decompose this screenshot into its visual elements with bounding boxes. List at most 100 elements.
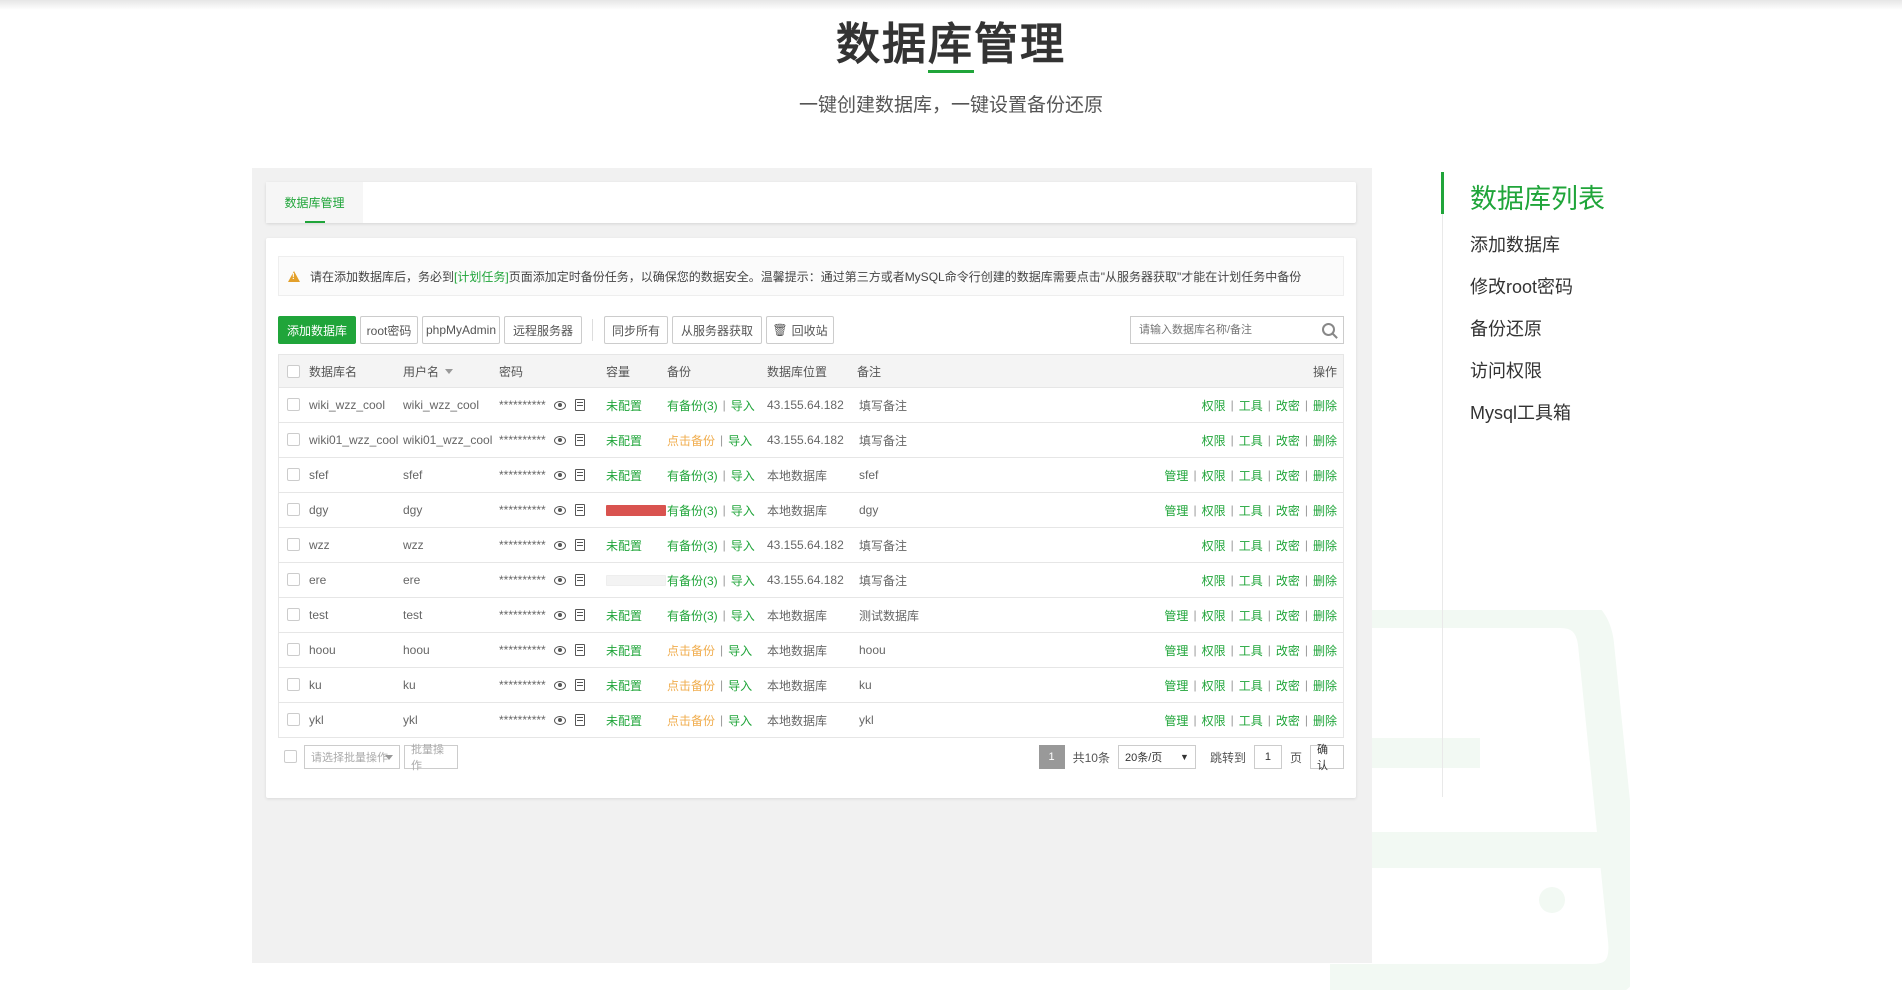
permission-link[interactable]: 权限 [1202,537,1226,554]
change-password-link[interactable]: 改密 [1276,572,1300,589]
db-remark[interactable]: 填写备注 [859,563,907,597]
manage-link[interactable]: 管理 [1164,502,1188,519]
import-link[interactable]: 导入 [728,712,752,729]
tools-link[interactable]: 工具 [1239,712,1263,729]
permission-link[interactable]: 权限 [1202,642,1226,659]
row-checkbox[interactable] [287,643,300,656]
batch-operation-button[interactable]: 批量操作 [404,744,458,772]
delete-link[interactable]: 删除 [1313,642,1337,659]
import-link[interactable]: 导入 [731,572,755,589]
tools-link[interactable]: 工具 [1239,607,1263,624]
backup-link[interactable]: 有备份(3) [667,572,718,589]
backup-link[interactable]: 点击备份 [667,642,715,659]
delete-link[interactable]: 删除 [1313,572,1337,589]
change-password-link[interactable]: 改密 [1276,467,1300,484]
tools-link[interactable]: 工具 [1239,432,1263,449]
eye-icon[interactable] [553,575,566,585]
eye-icon[interactable] [553,470,566,480]
permission-link[interactable]: 权限 [1202,502,1226,519]
row-checkbox[interactable] [287,468,300,481]
row-checkbox[interactable] [287,608,300,621]
permission-link[interactable]: 权限 [1202,432,1226,449]
sync-all-button[interactable]: 同步所有 [604,316,668,344]
per-page-select[interactable]: 20条/页 ▼ [1117,745,1196,769]
change-password-link[interactable]: 改密 [1276,677,1300,694]
sidebar-item-root-password[interactable]: 修改root密码 [1470,273,1573,299]
backup-link[interactable]: 有备份(3) [667,467,718,484]
manage-link[interactable]: 管理 [1164,712,1188,729]
batch-operation-select[interactable]: 请选择批量操作 [304,745,400,769]
change-password-link[interactable]: 改密 [1276,607,1300,624]
db-remark[interactable]: ku [859,668,872,702]
eye-icon[interactable] [553,715,566,725]
eye-icon[interactable] [553,680,566,690]
backup-link[interactable]: 有备份(3) [667,502,718,519]
row-checkbox[interactable] [287,433,300,446]
recycle-bin-button[interactable]: 🗑 回收站 [766,316,834,344]
delete-link[interactable]: 删除 [1313,467,1337,484]
page-number-current[interactable]: 1 [1038,745,1065,769]
search-input[interactable] [1130,316,1344,344]
import-link[interactable]: 导入 [728,642,752,659]
tools-link[interactable]: 工具 [1239,467,1263,484]
backup-link[interactable]: 点击备份 [667,677,715,694]
permission-link[interactable]: 权限 [1202,712,1226,729]
col-user[interactable]: 用户名 [403,355,454,387]
fetch-from-server-button[interactable]: 从服务器获取 [672,316,762,344]
change-password-link[interactable]: 改密 [1276,712,1300,729]
permission-link[interactable]: 权限 [1202,467,1226,484]
db-remark[interactable]: dgy [859,493,878,527]
row-checkbox[interactable] [287,503,300,516]
notice-cron-link[interactable]: [计划任务] [454,268,509,285]
copy-icon[interactable] [574,504,585,516]
import-link[interactable]: 导入 [728,677,752,694]
copy-icon[interactable] [574,609,585,621]
copy-icon[interactable] [574,574,585,586]
tools-link[interactable]: 工具 [1239,502,1263,519]
eye-icon[interactable] [553,505,566,515]
row-checkbox[interactable] [287,538,300,551]
row-checkbox[interactable] [287,713,300,726]
footer-select-checkbox[interactable] [284,750,297,763]
root-password-button[interactable]: root密码 [360,316,418,344]
copy-icon[interactable] [574,399,585,411]
eye-icon[interactable] [553,610,566,620]
permission-link[interactable]: 权限 [1202,572,1226,589]
change-password-link[interactable]: 改密 [1276,502,1300,519]
tools-link[interactable]: 工具 [1239,397,1263,414]
import-link[interactable]: 导入 [731,607,755,624]
manage-link[interactable]: 管理 [1164,677,1188,694]
eye-icon[interactable] [553,540,566,550]
row-checkbox[interactable] [287,678,300,691]
capacity-status[interactable]: 未配置 [606,467,642,484]
tools-link[interactable]: 工具 [1239,677,1263,694]
capacity-status[interactable]: 未配置 [606,607,642,624]
copy-icon[interactable] [574,434,585,446]
permission-link[interactable]: 权限 [1202,607,1226,624]
delete-link[interactable]: 删除 [1313,502,1337,519]
change-password-link[interactable]: 改密 [1276,642,1300,659]
import-link[interactable]: 导入 [728,432,752,449]
backup-link[interactable]: 点击备份 [667,712,715,729]
db-remark[interactable]: 填写备注 [859,423,907,457]
copy-icon[interactable] [574,679,585,691]
eye-icon[interactable] [553,435,566,445]
capacity-status[interactable]: 未配置 [606,537,642,554]
db-remark[interactable]: hoou [859,633,886,667]
row-checkbox[interactable] [287,398,300,411]
import-link[interactable]: 导入 [731,467,755,484]
sidebar-item-mysql-toolbox[interactable]: Mysql工具箱 [1470,399,1571,425]
copy-icon[interactable] [574,539,585,551]
manage-link[interactable]: 管理 [1164,642,1188,659]
change-password-link[interactable]: 改密 [1276,537,1300,554]
goto-page-input[interactable]: 1 [1253,745,1282,769]
select-all-checkbox[interactable] [287,365,300,378]
delete-link[interactable]: 删除 [1313,537,1337,554]
db-remark[interactable]: ykl [859,703,874,737]
tab-database-management[interactable]: 数据库管理 [266,182,363,223]
sidebar-item-database-list[interactable]: 数据库列表 [1470,177,1605,216]
capacity-status[interactable]: 未配置 [606,677,642,694]
capacity-status[interactable]: 未配置 [606,642,642,659]
tools-link[interactable]: 工具 [1239,537,1263,554]
backup-link[interactable]: 点击备份 [667,432,715,449]
